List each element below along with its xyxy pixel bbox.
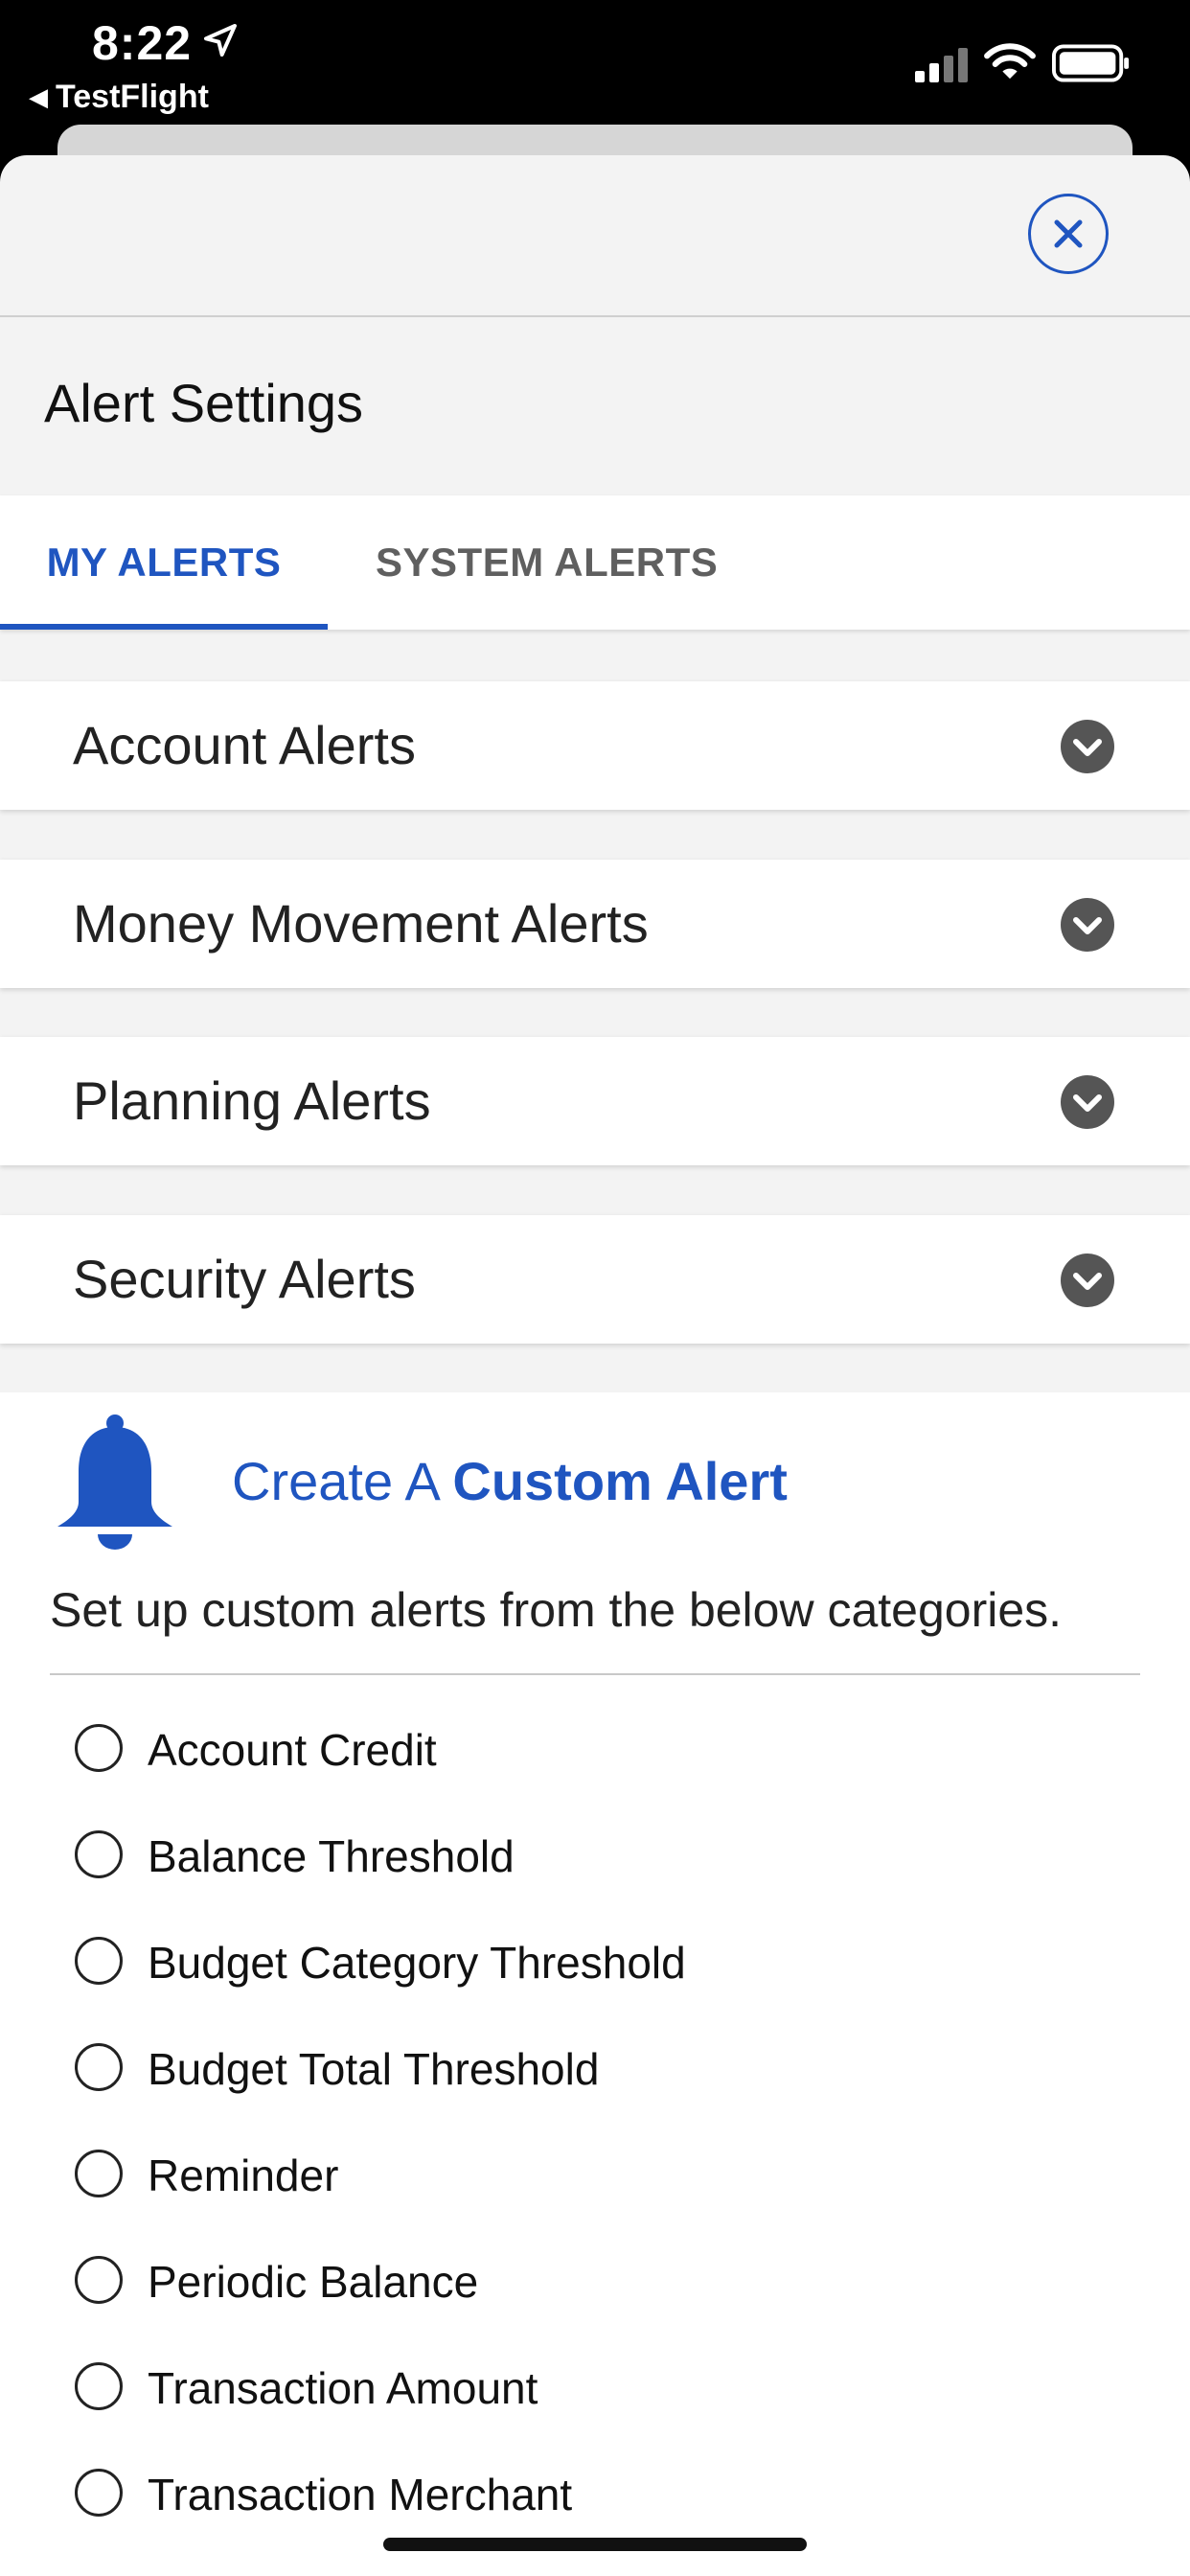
back-triangle-icon: ◀ [29, 82, 48, 111]
radio-button[interactable] [75, 2043, 123, 2091]
status-bar: 8:22 ◀ TestFlight [0, 0, 1190, 134]
chevron-down-icon [1061, 1075, 1114, 1129]
back-to-app-button[interactable]: ◀ TestFlight [29, 79, 209, 116]
battery-icon [1052, 44, 1130, 82]
radio-button[interactable] [75, 1830, 123, 1878]
custom-alert-description: Set up custom alerts from the below cate… [50, 1583, 1063, 1637]
page-title: Alert Settings [44, 373, 364, 433]
accordion-account-alerts[interactable]: Account Alerts [0, 681, 1190, 810]
active-tab-indicator [0, 624, 328, 630]
accordion-label: Security Alerts [73, 1249, 416, 1309]
radio-label: Transaction Amount [148, 2363, 538, 2413]
radio-label: Transaction Merchant [148, 2470, 573, 2519]
back-app-label: TestFlight [56, 79, 209, 115]
accordion-label: Planning Alerts [73, 1070, 431, 1131]
accordion-security-alerts[interactable]: Security Alerts [0, 1215, 1190, 1344]
tab-system-alerts[interactable]: SYSTEM ALERTS [376, 495, 718, 630]
bell-icon [57, 1414, 172, 1550]
radio-button[interactable] [75, 2469, 123, 2517]
radio-label: Balance Threshold [148, 1831, 515, 1881]
radio-label: Budget Total Threshold [148, 2044, 600, 2094]
close-icon [1054, 219, 1083, 248]
radio-button[interactable] [75, 2362, 123, 2410]
chevron-down-icon [1061, 898, 1114, 952]
chevron-down-icon [1061, 720, 1114, 773]
custom-alert-card: Create A Custom Alert Set up custom aler… [0, 1392, 1190, 2576]
radio-label: Reminder [148, 2150, 339, 2200]
tab-my-alerts[interactable]: MY ALERTS [0, 495, 328, 630]
radio-label: Budget Category Threshold [148, 1938, 686, 1988]
wifi-icon [984, 43, 1036, 80]
home-indicator[interactable] [383, 2538, 807, 2551]
radio-button[interactable] [75, 1724, 123, 1772]
custom-alert-title: Create A Custom Alert [232, 1450, 788, 1512]
custom-alert-title-bold: Custom Alert [452, 1451, 788, 1511]
accordion-label: Account Alerts [73, 715, 416, 775]
tab-system-alerts-label: SYSTEM ALERTS [376, 540, 719, 585]
cellular-signal-icon [915, 48, 968, 82]
accordion-planning-alerts[interactable]: Planning Alerts [0, 1037, 1190, 1165]
custom-alert-title-prefix: Create A [232, 1451, 438, 1511]
radio-label: Account Credit [148, 1725, 437, 1775]
location-arrow-icon [204, 24, 237, 57]
alert-settings-sheet: Alert Settings MY ALERTS SYSTEM ALERTS A… [0, 155, 1190, 2576]
status-time: 8:22 [92, 16, 193, 70]
accordion-label: Money Movement Alerts [73, 893, 649, 954]
radio-label: Periodic Balance [148, 2257, 479, 2307]
tab-my-alerts-label: MY ALERTS [46, 540, 282, 585]
divider [50, 1673, 1140, 1675]
close-button[interactable] [1028, 194, 1109, 274]
radio-button[interactable] [75, 1937, 123, 1985]
sheet-header [0, 155, 1190, 317]
chevron-down-icon [1061, 1254, 1114, 1307]
accordion-money-movement-alerts[interactable]: Money Movement Alerts [0, 860, 1190, 988]
radio-button[interactable] [75, 2256, 123, 2304]
radio-button[interactable] [75, 2150, 123, 2197]
alert-tabs: MY ALERTS SYSTEM ALERTS [0, 495, 1190, 630]
